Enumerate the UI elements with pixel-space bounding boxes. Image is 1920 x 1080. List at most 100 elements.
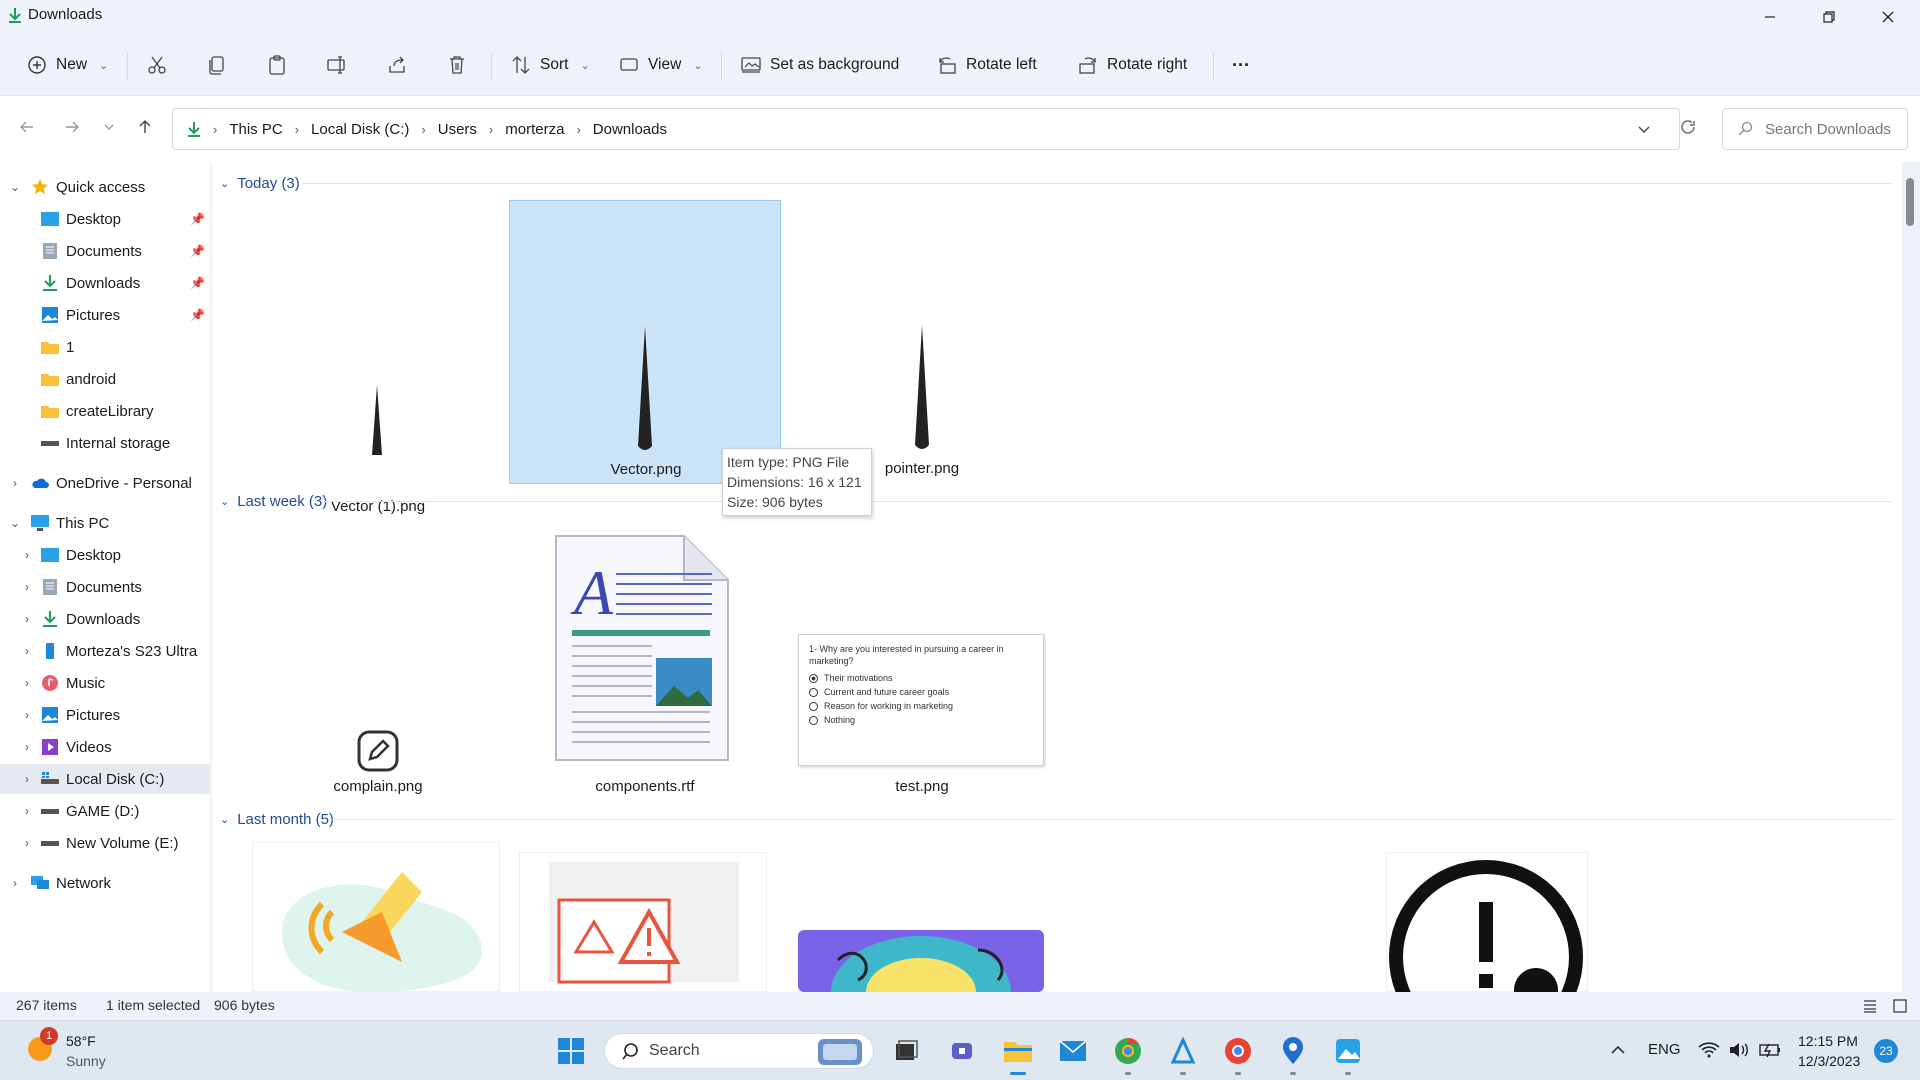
chevron-right-icon[interactable]: › [20,580,34,594]
chevron-down-icon[interactable]: ⌄ [8,180,22,194]
rotate-left-button[interactable]: Rotate left [936,46,1037,84]
mail-button[interactable] [1055,1033,1091,1069]
breadcrumb-this-pc[interactable]: This PC [229,121,282,138]
breadcrumb-downloads[interactable]: Downloads [593,121,667,138]
app-store-button[interactable] [1165,1033,1201,1075]
sidebar-item-new-volume[interactable]: › New Volume (E:) [0,828,210,858]
more-options-button[interactable]: ··· [1232,46,1250,84]
sidebar-item-local-disk[interactable]: › Local Disk (C:) [0,764,210,794]
sidebar-item-android[interactable]: android [0,364,210,394]
file-tile[interactable]: A components.rtf [509,522,781,802]
refresh-button[interactable] [1673,112,1703,142]
sidebar-item-internal-storage[interactable]: Internal storage [0,428,210,458]
file-tile[interactable] [1378,840,1650,992]
chevron-right-icon[interactable]: › [20,804,34,818]
breadcrumb-local-disk[interactable]: Local Disk (C:) [311,121,409,138]
sidebar-item-desktop[interactable]: Desktop 📌 [0,204,210,234]
delete-button[interactable] [446,46,468,84]
sidebar-item-pc-pictures[interactable]: › Pictures [0,700,210,730]
sidebar-item-folder-1[interactable]: 1 [0,332,210,362]
address-bar[interactable]: › This PC › Local Disk (C:) › Users › mo… [172,108,1680,150]
sidebar-item-documents[interactable]: Documents 📌 [0,236,210,266]
sidebar-item-pc-downloads[interactable]: › Downloads [0,604,210,634]
chevron-right-icon[interactable]: › [20,740,34,754]
sidebar-item-music[interactable]: › Music [0,668,210,698]
sidebar-item-pictures[interactable]: Pictures 📌 [0,300,210,330]
chrome-profile-button[interactable] [1220,1033,1256,1075]
chrome-button[interactable] [1110,1033,1146,1075]
sidebar-item-downloads[interactable]: Downloads 📌 [0,268,210,298]
sort-button[interactable]: Sort ⌄ [510,46,590,84]
task-view-button[interactable] [887,1033,923,1069]
volume-icon[interactable] [1728,1041,1750,1059]
share-button[interactable] [386,46,408,84]
restore-button[interactable] [1800,0,1858,34]
minimize-button[interactable] [1741,0,1799,34]
group-header-today[interactable]: ⌄ Today (3) [220,172,300,194]
sidebar-item-phone[interactable]: › Morteza's S23 Ultra [0,636,210,666]
file-tile-selected[interactable]: Vector.png [509,200,781,484]
start-button[interactable] [553,1033,589,1069]
rotate-right-button[interactable]: Rotate right [1077,46,1187,84]
back-button[interactable] [12,112,42,142]
file-tile[interactable]: 1- Why are you interested in pursuing a … [786,522,1058,802]
photos-button[interactable] [1330,1033,1366,1075]
battery-icon[interactable] [1758,1041,1782,1059]
copy-button[interactable] [206,46,228,84]
rename-button[interactable] [326,46,348,84]
chevron-down-icon[interactable]: ⌄ [8,516,22,530]
chevron-right-icon[interactable]: › [20,708,34,722]
group-header-last-month[interactable]: ⌄ Last month (5) [220,808,334,830]
new-button[interactable]: New ⌄ [26,46,108,84]
clock-time[interactable]: 12:15 PM [1798,1033,1858,1049]
sidebar-item-videos[interactable]: › Videos [0,732,210,762]
search-input[interactable]: Search Downloads [1722,108,1908,150]
sidebar-item-createlibrary[interactable]: createLibrary [0,396,210,426]
teams-button[interactable] [944,1033,980,1069]
cut-button[interactable] [146,46,168,84]
wifi-icon[interactable] [1698,1041,1720,1059]
paste-button[interactable] [266,46,288,84]
vertical-scrollbar[interactable] [1906,178,1914,226]
view-button[interactable]: View ⌄ [618,46,703,84]
sidebar-item-pc-documents[interactable]: › Documents [0,572,210,602]
maps-button[interactable] [1275,1033,1311,1075]
up-button[interactable] [130,112,160,142]
chevron-right-icon[interactable]: › [20,644,34,658]
chevron-right-icon[interactable]: › [20,548,34,562]
file-tile[interactable] [509,840,781,992]
breadcrumb-user[interactable]: morterza [505,121,564,138]
group-header-last-week[interactable]: ⌄ Last week (3) [220,490,327,512]
sidebar-item-network[interactable]: › Network [0,868,210,898]
file-tile[interactable]: pointer.png [786,200,1058,484]
notification-badge[interactable]: 23 [1874,1039,1898,1063]
taskbar-search[interactable]: Search [604,1033,874,1069]
file-tile[interactable] [242,840,514,992]
sidebar-item-this-pc[interactable]: ⌄ This PC [0,508,210,538]
sidebar-item-onedrive[interactable]: › OneDrive - Personal [0,468,210,498]
details-view-icon[interactable] [1862,998,1878,1014]
recent-locations-button[interactable] [94,112,124,142]
sidebar-item-pc-desktop[interactable]: › Desktop [0,540,210,570]
file-tile[interactable]: complain.png [242,522,514,802]
weather-widget[interactable]: 1 [26,1027,62,1069]
forward-button[interactable] [57,112,87,142]
sidebar-item-quick-access[interactable]: ⌄ Quick access [0,172,210,202]
close-button[interactable] [1859,0,1917,34]
chevron-right-icon[interactable]: › [20,612,34,626]
chevron-right-icon[interactable]: › [8,476,22,490]
chevron-right-icon[interactable]: › [20,836,34,850]
set-background-button[interactable]: Set as background [740,46,899,84]
chevron-down-icon[interactable] [1637,122,1651,136]
chevron-right-icon[interactable]: › [8,876,22,890]
chevron-right-icon[interactable]: › [20,676,34,690]
chevron-right-icon[interactable]: › [20,772,34,786]
sidebar-item-game-drive[interactable]: › GAME (D:) [0,796,210,826]
chevron-up-icon[interactable] [1610,1043,1626,1057]
file-explorer-button[interactable] [1000,1033,1036,1075]
large-icons-view-icon[interactable] [1892,998,1908,1014]
file-tile[interactable]: Vector (1).png [242,200,514,515]
file-tile[interactable] [786,840,1058,992]
breadcrumb-users[interactable]: Users [438,121,477,138]
clock-date[interactable]: 12/3/2023 [1798,1053,1860,1069]
